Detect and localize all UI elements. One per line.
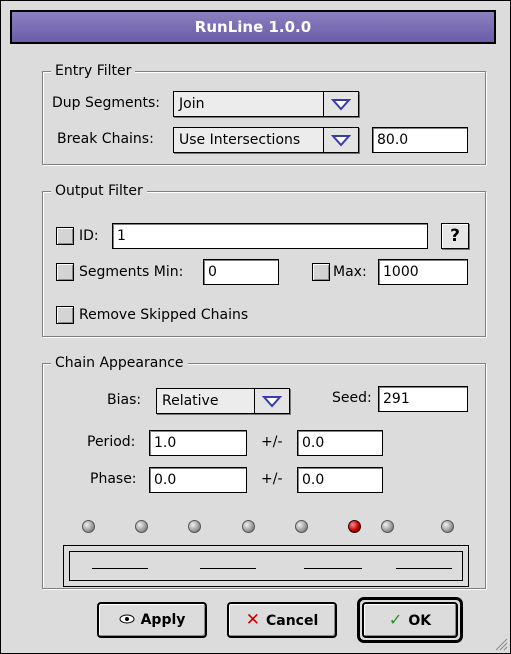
break-chains-popup[interactable]: Use Intersections [173,127,359,153]
cancel-button[interactable]: ✕ Cancel [227,602,337,638]
title-bar[interactable]: RunLine 1.0.0 [10,10,496,44]
bias-value: Relative [162,393,219,409]
bias-popup[interactable]: Relative [156,388,290,414]
segments-min-checkbox[interactable] [56,263,74,281]
chain-segment [200,568,256,569]
segments-min-label: Segments Min: [79,264,184,280]
max-field[interactable]: 1000 [378,259,468,285]
output-filter-title: Output Filter [51,182,147,200]
dup-segments-label: Dup Segments: [52,95,161,111]
max-checkbox[interactable] [312,263,330,281]
indicator-dot [441,520,454,533]
apply-button[interactable]: Apply [97,602,207,638]
max-label: Max: [333,264,367,280]
phase-variance-field[interactable]: 0.0 [297,467,383,493]
chain-segment [396,568,452,569]
seed-field[interactable]: 291 [378,386,468,412]
entry-filter-title: Entry Filter [51,62,136,80]
remove-skipped-checkbox[interactable] [56,306,74,324]
phase-pm-label: +/- [261,471,283,487]
chain-segment [304,568,362,569]
segments-min-field[interactable]: 0 [203,259,279,285]
indicator-dot [135,520,148,533]
ok-button[interactable]: ✓ OK [362,602,458,638]
break-chains-amount-field[interactable]: 80.0 [372,127,468,153]
active-indicator-dot [348,520,361,533]
period-label: Period: [87,434,136,450]
chevron-down-icon [323,128,358,152]
break-chains-value: Use Intersections [179,132,301,148]
apply-label: Apply [140,612,186,628]
chevron-down-icon [323,92,358,116]
close-icon: ✕ [245,610,260,630]
indicator-dot [242,520,255,533]
period-variance-field[interactable]: 0.0 [297,430,383,456]
seed-label: Seed: [332,390,372,406]
dup-segments-value: Join [179,96,205,112]
period-pm-label: +/- [261,434,283,450]
indicator-dot [188,520,201,533]
id-field[interactable]: 1 [112,223,428,249]
chevron-down-icon [254,389,289,413]
indicator-dot [82,520,95,533]
dup-segments-popup[interactable]: Join [173,91,359,117]
chain-preview [63,545,469,587]
indicator-dot [295,520,308,533]
bias-label: Bias: [107,392,142,408]
cancel-label: Cancel [265,613,319,629]
phase-field[interactable]: 0.0 [149,467,247,493]
help-button[interactable]: ? [441,223,469,249]
period-field[interactable]: 1.0 [149,430,247,456]
window-title: RunLine 1.0.0 [194,18,312,36]
id-label: ID: [79,228,99,244]
chain-appearance-title: Chain Appearance [51,354,188,372]
id-checkbox[interactable] [56,227,74,245]
dialog-window: RunLine 1.0.0 Entry Filter Dup Segments:… [0,0,511,654]
indicator-dot [381,520,394,533]
ok-label: OK [408,613,432,629]
chain-segment [92,568,148,569]
eye-icon [119,604,135,636]
break-chains-label: Break Chains: [57,131,154,147]
resize-grip-icon[interactable] [494,637,508,651]
phase-label: Phase: [90,471,137,487]
remove-skipped-label: Remove Skipped Chains [79,307,249,323]
checkmark-icon: ✓ [388,610,403,629]
